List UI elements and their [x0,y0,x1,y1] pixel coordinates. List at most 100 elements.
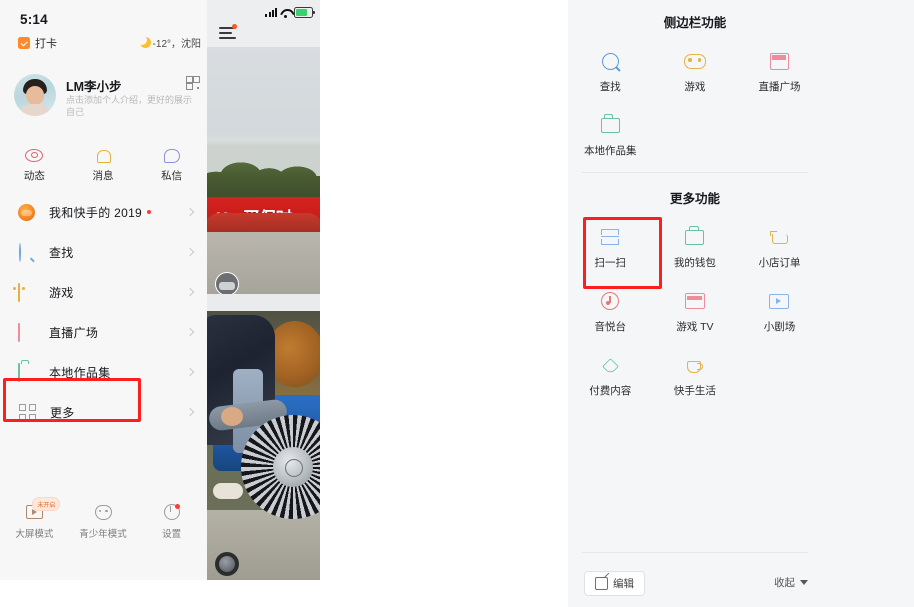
weather-text: -12°，沈阳 [152,39,201,50]
live-square-icon [737,50,822,72]
gear-icon [137,502,206,522]
video-status-icons [265,7,315,18]
checkin-checkbox-icon [18,37,30,49]
video-clip-porsche[interactable]: 40w买保时 [207,47,320,294]
quick-tab-label: 消息 [92,170,114,182]
function-item-wallet[interactable]: 我的钱包 [653,216,738,280]
quick-tab-dongtai[interactable]: 动态 [0,146,69,186]
collapse-button-label: 收起 [774,577,795,589]
sidebar-item-game[interactable]: 游戏 [0,272,206,312]
function-item-theater[interactable]: 小剧场 [737,280,822,344]
function-item-scan[interactable]: 扫一扫 [568,216,653,280]
chevron-right-icon [185,407,195,416]
video-clip-wheel[interactable] [207,311,320,580]
sidebar-functions-grid: 查找 游戏 直播广场 本地作品集 [568,40,822,168]
bottom-item-big-screen[interactable]: 未开启 大屏模式 [0,497,69,548]
quick-tab-xiaoxi[interactable]: 消息 [69,146,138,186]
checkin-row[interactable]: 打卡 -12°，沈阳 [18,34,203,53]
function-item-game[interactable]: 游戏 [653,40,738,104]
tree-line [207,155,320,201]
sidebar-item-label: 直播广场 [49,325,99,340]
function-item-label: 扫一扫 [594,257,627,269]
teen-mode-icon [69,502,138,522]
function-item-local-works[interactable]: 本地作品集 [568,104,653,168]
collapse-button[interactable]: 收起 [774,575,808,590]
shopping-cart-icon [737,226,822,248]
function-item-label: 直播广场 [758,81,801,93]
game-icon [18,282,35,302]
video-gap-divider [207,294,320,311]
search-icon [568,50,653,72]
function-item-kuaishou-life[interactable]: 快手生活 [653,344,738,408]
game-icon [653,50,738,72]
function-item-label: 快手生活 [673,385,716,397]
bottom-item-teen-mode[interactable]: 青少年模式 [69,502,138,548]
bottom-item-label: 设置 [162,529,182,540]
more-section-title: 更多功能 [669,192,720,206]
section-divider [582,172,808,173]
year-review-icon [18,203,35,221]
bottom-item-label: 大屏模式 [15,529,54,540]
local-folder-icon [568,113,653,136]
wallet-icon [653,225,738,248]
profile-username: LM李小步 [66,80,122,94]
function-item-shop-orders[interactable]: 小店订单 [737,216,822,280]
chevron-right-icon [185,327,195,336]
video-author-avatar[interactable] [215,552,239,576]
sidebar-bottom-bar: 未开启 大屏模式 青少年模式 设置 [0,497,206,548]
chevron-down-icon [800,580,808,585]
local-folder-icon [18,362,35,382]
function-item-music[interactable]: 音悦台 [568,280,653,344]
avatar[interactable] [14,74,56,116]
sidebar-item-2019[interactable]: 我和快手的 2019 [0,192,206,232]
status-bar-time: 5:14 [20,12,48,27]
left-screenshot: 5:14 打卡 -12°，沈阳 LM李小步 点击添加个人介绍，更好的展示自己 动… [0,0,320,580]
sidebar-item-more[interactable]: 更多 [0,392,206,432]
settings-red-dot [174,504,180,509]
chevron-right-icon [185,247,195,256]
function-item-search[interactable]: 查找 [568,40,653,104]
hamburger-menu-icon[interactable] [219,24,237,39]
bell-icon [69,146,138,165]
sidebar-item-label: 更多 [50,405,75,420]
cup-icon [653,354,738,376]
wheel-hub [273,447,313,487]
avatar-body [19,104,51,116]
live-square-icon [18,322,35,342]
function-item-label: 小店订单 [758,257,801,269]
person-shoe [213,483,243,499]
edit-button[interactable]: 编辑 [584,571,645,596]
profile-bio[interactable]: 点击添加个人介绍，更好的展示自己 [66,94,196,118]
sidebar-item-live-square[interactable]: 直播广场 [0,312,206,352]
signal-icon [265,8,277,17]
bottom-item-settings[interactable]: 设置 [137,502,206,548]
function-item-label: 我的钱包 [673,257,716,269]
sidebar-menu-list: 我和快手的 2019 查找 游戏 直播广场 本地作品集 更多 [0,192,206,432]
function-item-live-square[interactable]: 直播广场 [737,40,822,104]
diamond-icon [568,354,653,376]
wifi-icon [280,9,291,18]
sidebar-item-label: 我和快手的 2019 [49,205,143,220]
video-author-avatar[interactable] [215,272,239,296]
big-screen-badge: 未开启 [32,497,61,511]
quick-tab-sixin[interactable]: 私信 [137,146,206,186]
edit-pencil-icon [595,577,608,590]
function-item-paid-content[interactable]: 付费内容 [568,344,653,408]
profile-block[interactable]: LM李小步 点击添加个人介绍，更好的展示自己 [14,74,204,126]
edit-button-label: 编辑 [613,578,634,590]
moon-icon [136,34,151,48]
sidebar-item-search[interactable]: 查找 [0,232,206,272]
function-item-game-tv[interactable]: 游戏 TV [653,280,738,344]
qr-code-icon[interactable] [186,76,200,90]
game-tv-icon [653,290,738,312]
search-icon [18,242,35,262]
quick-tabs-row: 动态 消息 私信 [0,146,206,186]
avatar-face [26,86,44,105]
video-preview-left[interactable]: 40w买保时 [207,0,320,580]
function-item-label: 游戏 TV [676,321,714,333]
quick-tab-label: 私信 [161,170,183,182]
weather-widget[interactable]: -12°，沈阳 [136,34,201,50]
chevron-right-icon [185,287,195,296]
sidebar-item-local-works[interactable]: 本地作品集 [0,352,206,392]
person-hand [221,407,243,426]
